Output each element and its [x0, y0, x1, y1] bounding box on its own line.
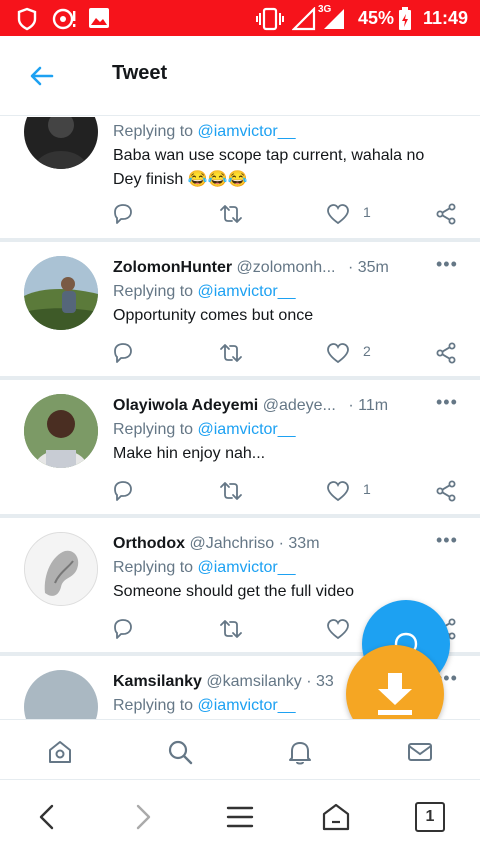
share-icon[interactable] [434, 341, 458, 365]
menu-icon[interactable] [223, 800, 257, 834]
tabs-button[interactable]: 1 [415, 802, 445, 832]
tweet[interactable]: ZolomonHunter @zolomonh... · 35m ••• Rep… [0, 242, 480, 377]
battery-charging-icon [399, 7, 411, 30]
clock: 11:49 [423, 8, 469, 28]
replying-label: Replying to [113, 697, 194, 714]
replying-to: Replying to @iamvictor__ [113, 421, 296, 439]
timestamp: · 33m [278, 535, 320, 552]
bottom-nav [0, 719, 480, 779]
mention-link[interactable]: @iamvictor__ [198, 421, 296, 438]
like-count: 1 [363, 204, 371, 220]
tweet-text: Someone should get the full video [113, 583, 355, 600]
timestamp: · 33 [306, 673, 334, 690]
shield-icon [17, 7, 37, 31]
avatar[interactable] [24, 117, 98, 169]
home-icon[interactable] [319, 800, 353, 834]
user-handle[interactable]: @zolomonh... [237, 259, 336, 276]
avatar[interactable] [24, 670, 98, 719]
tweet-text: Baba wan use scope tap current, wahala n… [113, 147, 425, 164]
display-name[interactable]: ZolomonHunter [113, 259, 232, 276]
replying-label: Replying to [113, 283, 194, 300]
gallery-icon [89, 8, 109, 28]
reply-icon[interactable] [111, 341, 135, 365]
reply-icon[interactable] [111, 617, 135, 641]
like-icon[interactable] [326, 617, 350, 641]
share-icon[interactable] [434, 479, 458, 503]
reply-icon[interactable] [111, 479, 135, 503]
avatar[interactable] [24, 256, 98, 330]
tweet-header: Orthodox @Jahchriso · 33m [113, 535, 320, 553]
timestamp: · 11m [348, 397, 389, 414]
more-options-icon[interactable]: ••• [436, 530, 458, 551]
retweet-icon[interactable] [219, 479, 243, 503]
mention-link[interactable]: @iamvictor__ [198, 559, 296, 576]
tweet-text: Opportunity comes but once [113, 307, 314, 324]
replying-to: Replying to @iamvictor__ [113, 123, 296, 141]
timestamp: · 35m [347, 259, 389, 276]
retweet-icon[interactable] [219, 341, 243, 365]
messages-icon[interactable] [406, 738, 434, 766]
chevron-right-icon[interactable] [126, 800, 160, 834]
user-handle[interactable]: @Jahchriso [189, 535, 274, 552]
tweet-text: Make hin enjoy nah... [113, 445, 266, 462]
arrow-left-icon[interactable] [28, 62, 56, 90]
like-icon[interactable] [326, 202, 350, 226]
browser-toolbar: 1 [0, 779, 480, 854]
like-icon[interactable] [326, 479, 350, 503]
tweet[interactable]: Olayiwola Adeyemi @adeye... · 11m ••• Re… [0, 380, 480, 515]
tweet-header: Kamsilanky @kamsilanky · 33 [113, 673, 334, 691]
page-title: Tweet [112, 62, 168, 84]
tweet-header: ZolomonHunter @zolomonh... · 35m [113, 259, 389, 277]
replying-to: Replying to @iamvictor__ [113, 697, 296, 715]
header: Tweet [0, 36, 480, 116]
replying-to: Replying to @iamvictor__ [113, 559, 296, 577]
replying-to: Replying to @iamvictor__ [113, 283, 296, 301]
tabs-count: 1 [425, 808, 435, 825]
battery-percent: 45% [358, 8, 395, 28]
like-count: 2 [363, 343, 371, 359]
more-options-icon[interactable]: ••• [436, 254, 458, 275]
replying-label: Replying to [113, 559, 194, 576]
replying-label: Replying to [113, 123, 194, 140]
display-name[interactable]: Kamsilanky [113, 673, 202, 690]
tweet[interactable]: Replying to @iamvictor__ Baba wan use sc… [0, 117, 480, 239]
chevron-left-icon[interactable] [30, 800, 64, 834]
mention-link[interactable]: @iamvictor__ [198, 123, 296, 140]
mention-link[interactable]: @iamvictor__ [198, 283, 296, 300]
user-handle[interactable]: @adeye... [263, 397, 336, 414]
like-icon[interactable] [326, 341, 350, 365]
vibrate-icon [256, 7, 284, 31]
avatar[interactable] [24, 394, 98, 468]
search-icon[interactable] [166, 738, 194, 766]
reply-icon[interactable] [111, 202, 135, 226]
notification-alert-icon [52, 8, 76, 30]
retweet-icon[interactable] [219, 202, 243, 226]
share-icon[interactable] [434, 202, 458, 226]
tweet-text: Dey finish 😂😂😂 [113, 171, 248, 188]
retweet-icon[interactable] [219, 617, 243, 641]
more-options-icon[interactable]: ••• [436, 392, 458, 413]
display-name[interactable]: Orthodox [113, 535, 185, 552]
like-count: 1 [363, 481, 371, 497]
status-bar: 3G 45% 11:49 [0, 0, 480, 36]
avatar[interactable] [24, 532, 98, 606]
home-icon[interactable] [46, 738, 74, 766]
display-name[interactable]: Olayiwola Adeyemi [113, 397, 258, 414]
tweet-header: Olayiwola Adeyemi @adeye... · 11m [113, 397, 388, 415]
signal-icon [292, 7, 316, 31]
replying-label: Replying to [113, 421, 194, 438]
user-handle[interactable]: @kamsilanky [206, 673, 301, 690]
notifications-icon[interactable] [286, 738, 314, 766]
signal-strength-icon [324, 9, 344, 29]
mention-link[interactable]: @iamvictor__ [198, 697, 296, 714]
